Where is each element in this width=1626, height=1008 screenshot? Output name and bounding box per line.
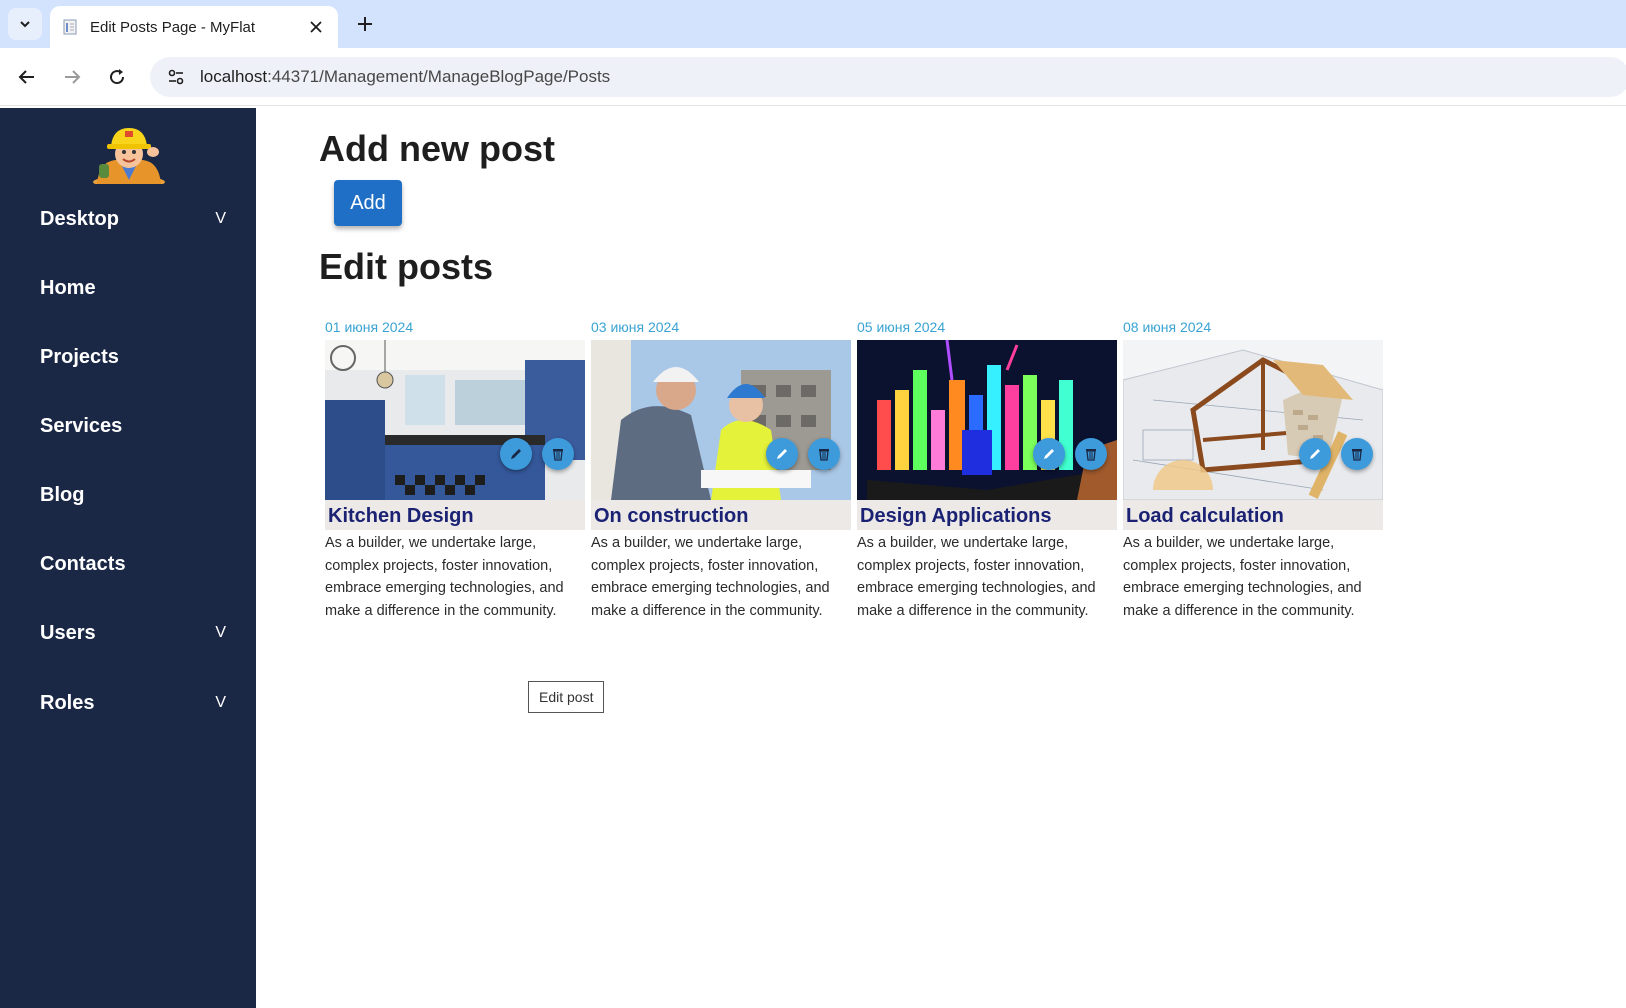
site-info-button[interactable] (162, 63, 190, 91)
sidebar-item-label: Home (40, 276, 96, 299)
add-post-button[interactable]: Add (334, 180, 402, 226)
post-title: Load calculation (1123, 500, 1383, 530)
sidebar-item-label: Projects (40, 345, 119, 368)
edit-post-button[interactable] (1033, 438, 1065, 470)
post-image-design (857, 340, 1117, 500)
edit-post-button[interactable] (766, 438, 798, 470)
document-icon (63, 19, 77, 35)
post-actions (1299, 438, 1379, 472)
sidebar-item-label: Desktop (40, 207, 119, 230)
sidebar-item-projects[interactable]: Projects (0, 334, 256, 380)
post-date: 08 июня 2024 (1123, 319, 1212, 335)
reload-button[interactable] (100, 60, 134, 94)
chevron-down-icon (20, 21, 30, 28)
post-date: 01 июня 2024 (325, 319, 414, 335)
arrow-right-icon (65, 70, 81, 84)
sidebar-item-label: Roles (40, 691, 95, 714)
reload-icon (110, 69, 125, 85)
post-title: Design Applications (857, 500, 1117, 530)
trash-icon (819, 449, 829, 461)
url-text: localhost:44371/Management/ManageBlogPag… (200, 67, 610, 87)
close-tab-button[interactable] (302, 13, 330, 41)
sidebar-item-users[interactable]: Users V (0, 610, 256, 656)
post-title: On construction (591, 500, 851, 530)
post-actions (1033, 438, 1113, 472)
post-date: 05 июня 2024 (857, 319, 946, 335)
pencil-icon (1310, 449, 1320, 459)
edit-post-button[interactable] (1299, 438, 1331, 470)
delete-post-button[interactable] (1341, 438, 1373, 470)
sidebar-item-services[interactable]: Services (0, 403, 256, 449)
sidebar-item-label: Contacts (40, 552, 126, 575)
sidebar-item-label: Services (40, 414, 123, 437)
chevron-down-icon: V (215, 694, 226, 711)
tab-list-button[interactable] (8, 8, 42, 40)
add-post-heading: Add new post (319, 128, 555, 169)
post-actions (766, 438, 846, 472)
sidebar-item-blog[interactable]: Blog (0, 472, 256, 518)
post-image-kitchen (325, 340, 585, 500)
trash-icon (1352, 449, 1362, 461)
post-text: As a builder, we undertake large, comple… (325, 535, 564, 619)
browser-tab-bar: Edit Posts Page - MyFlat (0, 0, 1626, 48)
plus-icon (358, 17, 372, 31)
pencil-icon (777, 449, 787, 459)
main-content: Add new post Add Edit posts 01 июня 2024… (256, 108, 1626, 1008)
post-date: 03 июня 2024 (591, 319, 680, 335)
edit-posts-heading: Edit posts (319, 246, 494, 287)
sidebar-item-contacts[interactable]: Contacts (0, 541, 256, 587)
address-bar[interactable]: localhost:44371/Management/ManageBlogPag… (150, 57, 1626, 97)
sidebar-item-home[interactable]: Home (0, 265, 256, 311)
trash-icon (553, 449, 563, 461)
post-title: Kitchen Design (325, 500, 585, 530)
arrow-left-icon (18, 70, 34, 84)
post-text: As a builder, we undertake large, comple… (591, 535, 830, 619)
url-host: localhost (200, 67, 268, 86)
edit-post-button[interactable] (500, 438, 532, 470)
sidebar-item-label: Blog (40, 483, 85, 506)
chevron-down-icon: V (215, 210, 226, 227)
builder-logo (93, 128, 165, 184)
delete-post-button[interactable] (1075, 438, 1107, 470)
sidebar-item-desktop[interactable]: Desktop V (0, 196, 256, 242)
browser-toolbar: localhost:44371/Management/ManageBlogPag… (0, 48, 1626, 106)
sidebar-item-label: Users (40, 621, 96, 644)
post-image-load-calculation (1123, 340, 1383, 500)
tune-icon (168, 69, 184, 85)
delete-post-button[interactable] (542, 438, 574, 470)
back-button[interactable] (10, 60, 44, 94)
delete-post-button[interactable] (808, 438, 840, 470)
sidebar-item-roles[interactable]: Roles V (0, 680, 256, 726)
post-image-construction (591, 340, 851, 500)
url-path: :44371/Management/ManageBlogPage/Posts (267, 67, 611, 86)
trash-icon (1086, 449, 1096, 461)
post-actions (500, 438, 580, 472)
new-tab-button[interactable] (350, 8, 380, 40)
post-text: As a builder, we undertake large, comple… (1123, 535, 1362, 619)
sidebar: Desktop V Home Projects Services Blog Co… (0, 108, 256, 1008)
post-text: As a builder, we undertake large, comple… (857, 535, 1096, 619)
forward-button[interactable] (55, 60, 89, 94)
pencil-icon (1044, 449, 1054, 459)
chevron-down-icon: V (215, 624, 226, 641)
active-tab[interactable]: Edit Posts Page - MyFlat (50, 6, 338, 48)
pencil-icon (511, 449, 521, 459)
tab-title: Edit Posts Page - MyFlat (90, 18, 256, 36)
close-icon (310, 21, 322, 33)
edit-post-tooltip: Edit post (528, 681, 605, 713)
